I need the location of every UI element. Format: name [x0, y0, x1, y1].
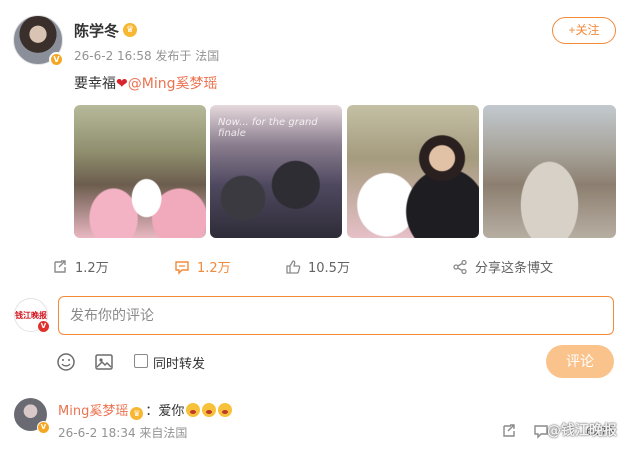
reply-crown-icon: ♛	[130, 407, 144, 420]
reply-text: ：爱你	[145, 404, 185, 419]
comment-icon	[175, 260, 189, 275]
repost-button[interactable]: 1.2万	[52, 257, 109, 276]
verified-badge-icon: V	[49, 52, 64, 67]
share-label: 分享这条博文	[475, 261, 554, 276]
forward-checkbox[interactable]	[134, 354, 148, 368]
reply-content: Ming奚梦瑶 ♛ ：爱你	[58, 400, 233, 420]
kiss-emoji-icon	[186, 403, 201, 417]
image-icon[interactable]	[94, 352, 114, 372]
reply-meta: 26-6-2 18:34 来自法国	[58, 426, 188, 440]
share-icon	[453, 259, 467, 274]
photo-3[interactable]	[347, 105, 479, 238]
comment-count: 1.2万	[197, 261, 231, 276]
comment-button[interactable]: 1.2万	[174, 257, 231, 276]
reply-verified-icon: V	[37, 421, 50, 434]
commenter-logo: 钱江晚报	[15, 311, 47, 320]
thumbs-up-icon	[286, 259, 301, 274]
vip-crown-icon: ♛	[123, 23, 137, 37]
post-text-body: 要幸福	[74, 76, 116, 92]
post-meta: 26-6-2 16:58 发布于 法国	[74, 49, 220, 63]
author-name[interactable]: 陈学冬	[74, 20, 119, 41]
mention-link[interactable]: @Ming奚梦瑶	[128, 76, 218, 92]
photo-1[interactable]	[74, 105, 206, 238]
like-count: 10.5万	[308, 261, 350, 276]
watermark: @钱江晚报	[547, 423, 617, 439]
kiss-emoji-icon	[202, 403, 217, 417]
share-button[interactable]: 分享这条博文	[452, 257, 553, 276]
heart-icon: ❤	[116, 76, 128, 92]
emoji-icon[interactable]	[56, 352, 76, 372]
repost-count: 1.2万	[75, 261, 109, 276]
reply-repost-icon[interactable]	[501, 423, 517, 439]
follow-button[interactable]: +关注	[552, 17, 616, 44]
repost-icon	[54, 259, 66, 273]
comment-input[interactable]	[58, 296, 614, 335]
photo-2-caption: Now... for the grand finale	[218, 117, 318, 139]
reply-author-name[interactable]: Ming奚梦瑶	[58, 404, 128, 419]
commenter-verified-icon: V	[37, 320, 50, 333]
forward-label[interactable]: 同时转发	[153, 353, 205, 372]
kiss-emoji-icon	[218, 403, 233, 417]
post-text: 要幸福❤@Ming奚梦瑶	[74, 73, 217, 93]
like-button[interactable]: 10.5万	[285, 257, 350, 276]
photo-2[interactable]: Now... for the grand finale	[210, 105, 342, 238]
photo-4[interactable]	[483, 105, 616, 238]
submit-comment-button[interactable]: 评论	[546, 345, 614, 378]
